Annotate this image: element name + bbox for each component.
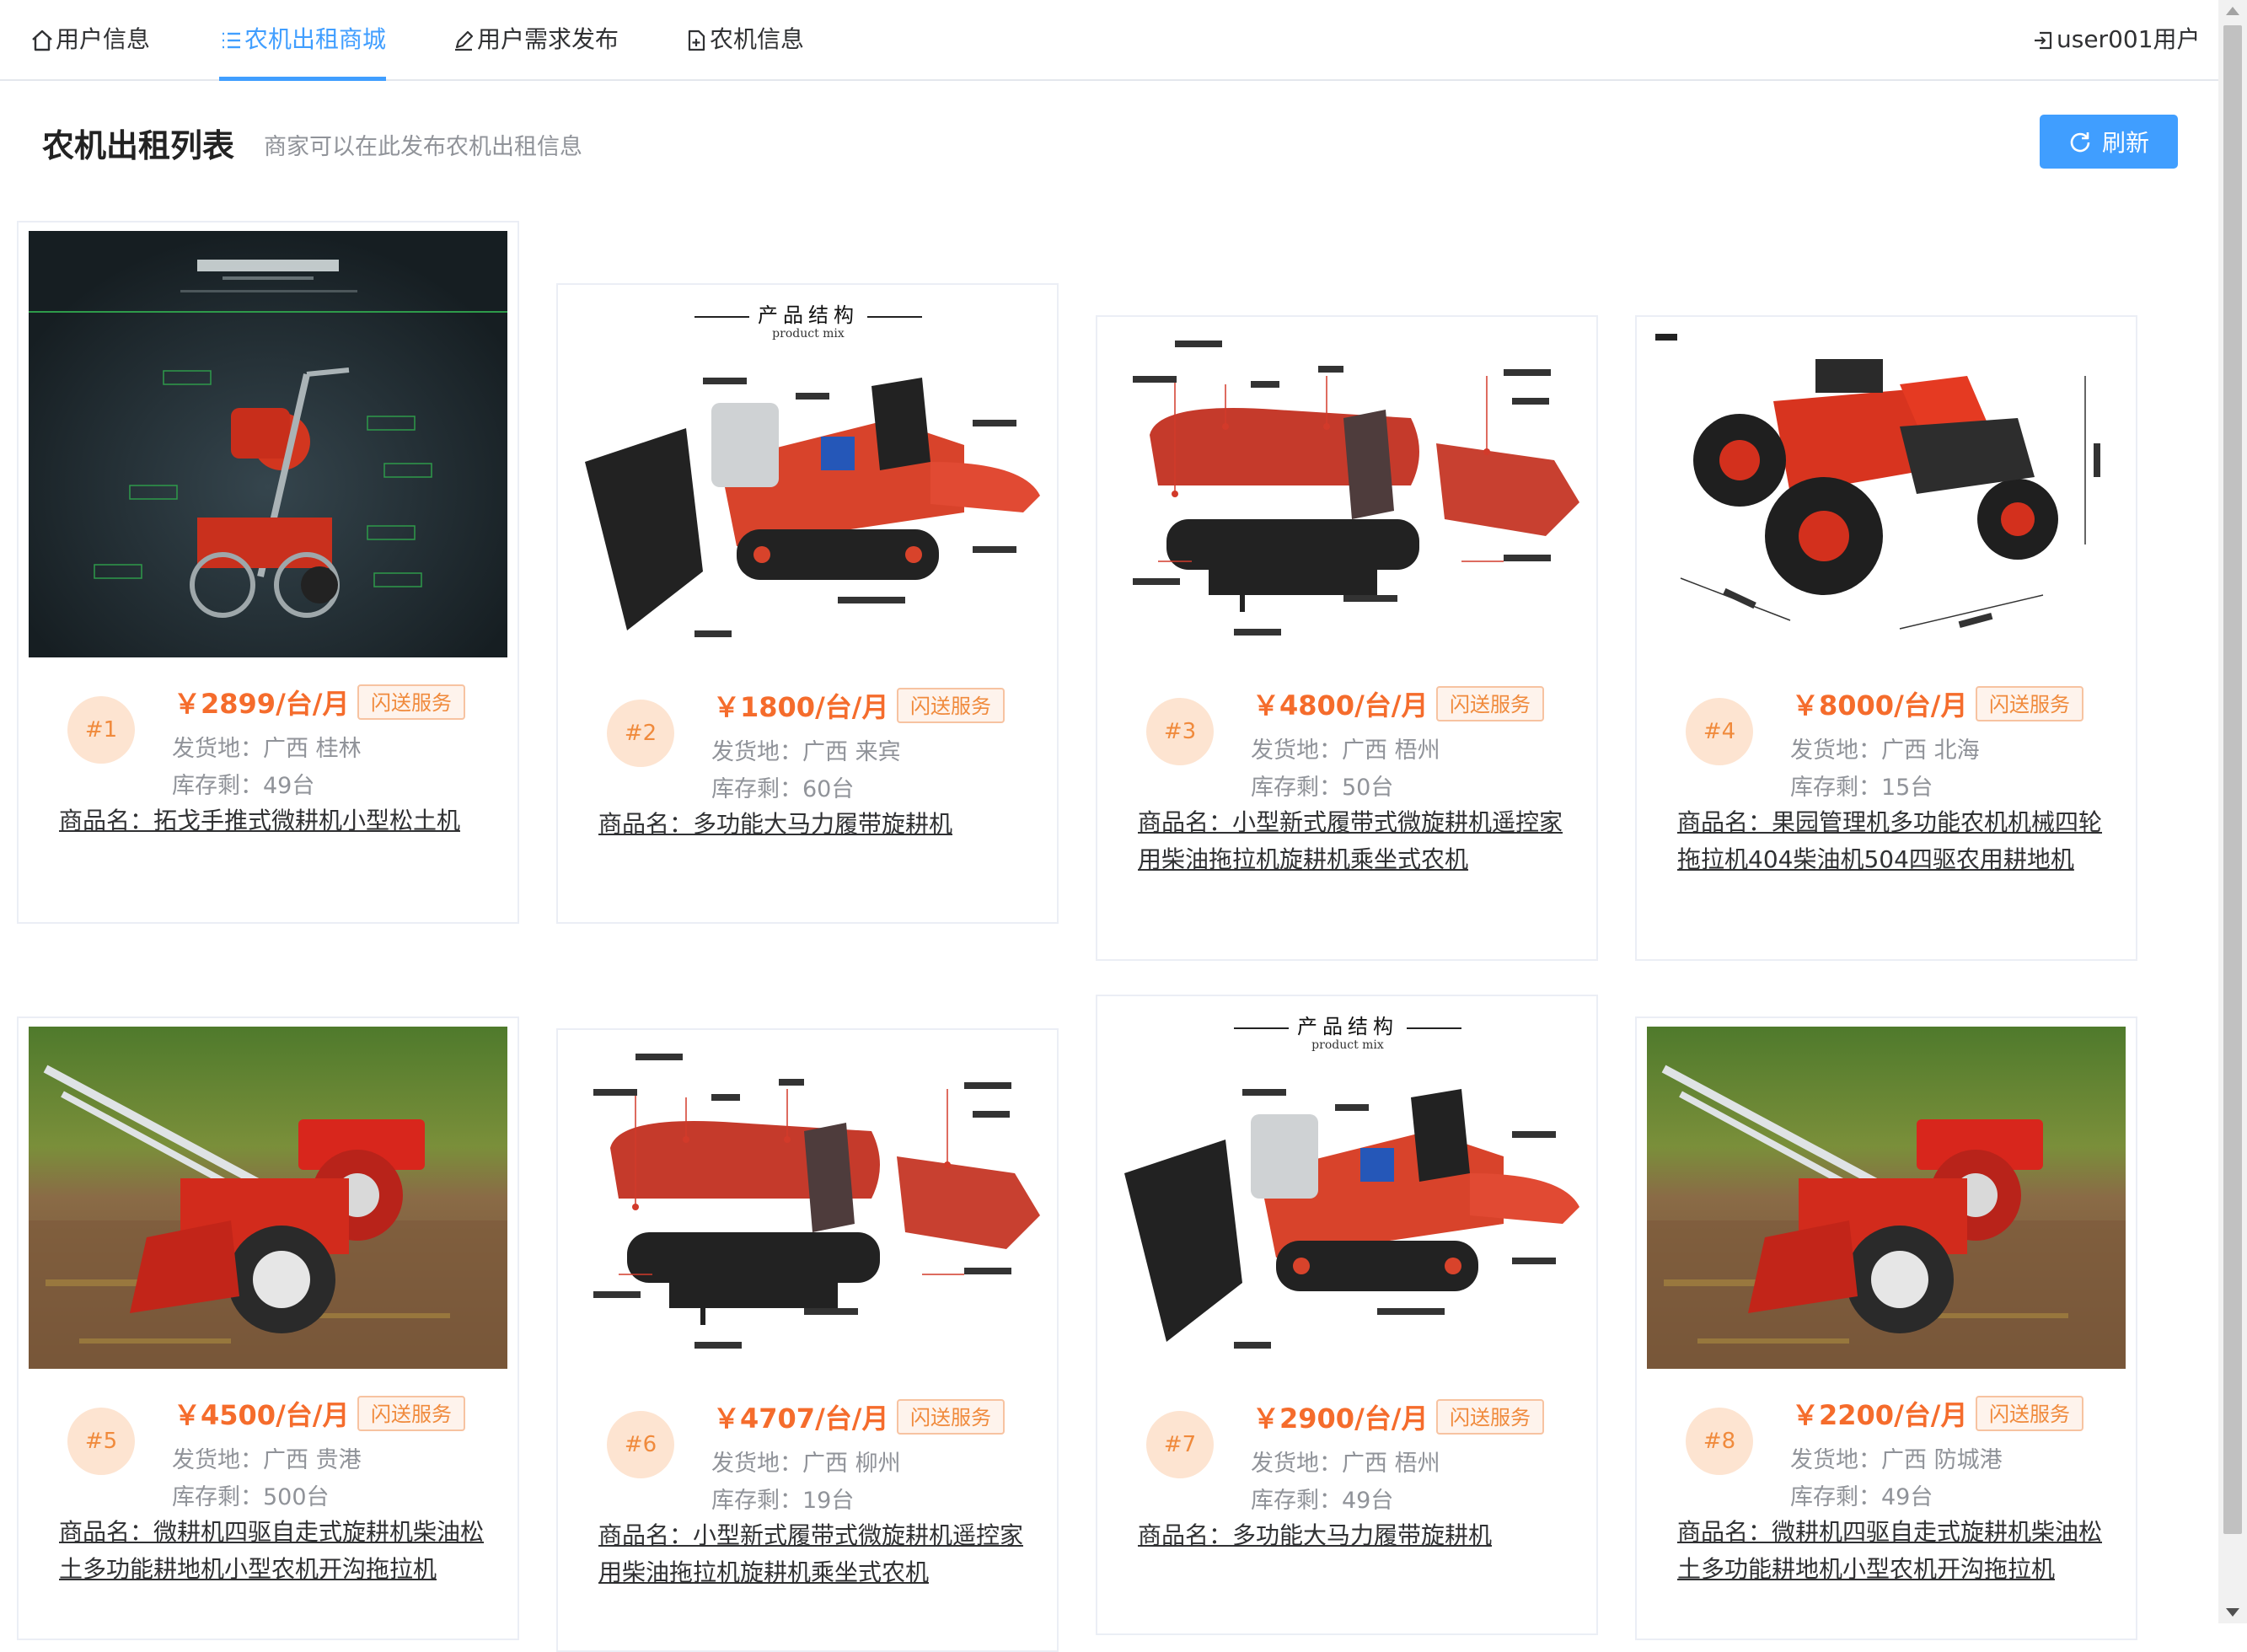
price-label: ￥4800/台/月 <box>1252 689 1429 721</box>
product-image[interactable] <box>29 231 507 657</box>
product-name-link[interactable]: 商品名：多功能大马力履带旋耕机 <box>598 806 1028 843</box>
service-tag: 闪送服务 <box>357 684 465 720</box>
refresh-icon <box>2070 132 2090 153</box>
product-card[interactable]: #8 ￥2200/台/月 闪送服务发货地：广西 防城港 库存剩：49台商品名：微耕机四… <box>1635 1016 2137 1640</box>
product-image[interactable] <box>1107 325 1586 659</box>
product-image[interactable] <box>1647 325 2126 659</box>
stock-text: 库存剩：60台 <box>711 776 855 802</box>
product-card[interactable]: #5 ￥4500/台/月 闪送服务发货地：广西 贵港 库存剩：500台商品名：微耕机四… <box>17 1016 519 1640</box>
page-subtitle: 商家可以在此发布农机出租信息 <box>264 134 582 160</box>
account-label: user001用户 <box>2057 25 2201 53</box>
rank-badge: #5 <box>67 1408 135 1475</box>
product-name-link[interactable]: 商品名：小型新式履带式微旋耕机遥控家用柴油拖拉机旋耕机乘坐式农机 <box>1138 804 1568 878</box>
product-image[interactable]: 产品结构 product mix <box>1107 1005 1586 1372</box>
stock-text: 库存剩：49台 <box>1790 1484 1933 1510</box>
edit-icon <box>452 29 475 52</box>
svg-text:product mix: product mix <box>772 327 845 341</box>
scroll-down-icon[interactable] <box>2226 1608 2239 1617</box>
refresh-label: 刷新 <box>2101 129 2149 157</box>
product-name-link[interactable]: 商品名：多功能大马力履带旋耕机 <box>1138 1517 1568 1554</box>
service-tag: 闪送服务 <box>897 1399 1005 1435</box>
price-label: ￥4500/台/月 <box>174 1399 350 1431</box>
origin-text: 发货地：广西 梧州 <box>1251 1451 1440 1477</box>
service-tag: 闪送服务 <box>897 688 1005 723</box>
page-title: 农机出租列表 <box>42 127 235 164</box>
service-tag: 闪送服务 <box>1436 686 1544 721</box>
nav-item-machine-info[interactable]: 农机信息 <box>684 0 804 79</box>
product-card[interactable]: 产品结构 product mix #2 ￥1800/台/月 闪送服务发货地：广西 来… <box>556 283 1059 924</box>
stock-text: 库存剩：49台 <box>1251 1488 1394 1514</box>
origin-text: 发货地：广西 北海 <box>1790 738 1980 764</box>
rank-badge: #3 <box>1146 698 1214 765</box>
origin-text: 发货地：广西 柳州 <box>711 1451 901 1477</box>
scrollbar-thumb[interactable] <box>2223 25 2242 1534</box>
service-tag: 闪送服务 <box>1976 686 2083 721</box>
product-name-link[interactable]: 商品名：微耕机四驱自走式旋耕机柴油松土多功能耕地机小型农机开沟拖拉机 <box>1677 1514 2107 1588</box>
top-navigation: 用户信息 农机出租商城 用户需求发布 农机信息 user001用户 <box>0 0 2218 81</box>
nav-item-demand-publish[interactable]: 用户需求发布 <box>452 0 619 79</box>
product-image[interactable] <box>29 1027 507 1369</box>
product-name-link[interactable]: 商品名：小型新式履带式微旋耕机遥控家用柴油拖拉机旋耕机乘坐式农机 <box>598 1517 1028 1591</box>
nav-item-rental-mall[interactable]: 农机出租商城 <box>219 0 387 81</box>
origin-text: 发货地：广西 桂林 <box>172 736 362 762</box>
price-label: ￥2900/台/月 <box>1252 1403 1429 1435</box>
rank-badge: #2 <box>607 700 674 767</box>
image-heading: 产品结构 <box>1297 1015 1398 1038</box>
stock-text: 库存剩：49台 <box>172 773 315 799</box>
origin-text: 发货地：广西 梧州 <box>1251 738 1440 764</box>
service-tag: 闪送服务 <box>357 1396 465 1431</box>
product-card[interactable]: 产品结构 product mix #7 ￥2900/台/月 闪送服务发货地：广西 梧… <box>1096 995 1598 1635</box>
account-menu[interactable]: user001用户 <box>2031 0 2201 79</box>
product-image[interactable] <box>568 1038 1047 1372</box>
scroll-up-icon[interactable] <box>2226 7 2239 15</box>
origin-text: 发货地：广西 防城港 <box>1790 1447 2003 1473</box>
nav-item-label: 用户需求发布 <box>477 25 619 53</box>
product-name-link[interactable]: 商品名：果园管理机多功能农机机械四轮拖拉机404柴油机504四驱农用耕地机 <box>1677 804 2107 878</box>
nav-item-label: 农机信息 <box>710 25 805 53</box>
product-name-link[interactable]: 商品名：拓戈手推式微耕机小型松土机 <box>59 802 489 839</box>
stock-text: 库存剩：500台 <box>172 1484 330 1510</box>
nav-item-label: 农机出租商城 <box>244 25 387 53</box>
rank-badge: #8 <box>1686 1408 1753 1475</box>
rank-badge: #4 <box>1686 698 1753 765</box>
rank-badge: #7 <box>1146 1411 1214 1478</box>
product-image[interactable] <box>1647 1027 2126 1369</box>
svg-text:product mix: product mix <box>1311 1038 1384 1052</box>
nav-item-user-info[interactable]: 用户信息 <box>30 0 150 79</box>
price-label: ￥8000/台/月 <box>1792 689 1968 721</box>
product-card[interactable]: #1 ￥2899/台/月 闪送服务发货地：广西 桂林 库存剩：49台商品名：拓戈手推式… <box>17 221 519 924</box>
product-image[interactable]: 产品结构 product mix <box>568 293 1047 661</box>
product-card[interactable]: #6 ￥4707/台/月 闪送服务发货地：广西 柳州 库存剩：19台商品名：小型新式履… <box>556 1028 1059 1652</box>
origin-text: 发货地：广西 贵港 <box>172 1447 362 1473</box>
refresh-button[interactable]: 刷新 <box>2040 115 2178 169</box>
rank-badge: #1 <box>67 696 135 764</box>
price-label: ￥2899/台/月 <box>174 688 350 720</box>
nav-item-label: 用户信息 <box>56 25 151 53</box>
document-add-icon <box>684 29 708 52</box>
vertical-scrollbar[interactable] <box>2218 0 2247 1623</box>
service-tag: 闪送服务 <box>1436 1399 1544 1435</box>
stock-text: 库存剩：15台 <box>1790 775 1933 801</box>
product-name-link[interactable]: 商品名：微耕机四驱自走式旋耕机柴油松土多功能耕地机小型农机开沟拖拉机 <box>59 1514 489 1588</box>
product-card[interactable]: #3 ￥4800/台/月 闪送服务发货地：广西 梧州 库存剩：50台商品名：小型新式履… <box>1096 315 1598 961</box>
list-icon <box>219 29 243 52</box>
price-label: ￥4707/台/月 <box>713 1403 889 1435</box>
image-heading: 产品结构 <box>758 303 859 327</box>
stock-text: 库存剩：19台 <box>711 1488 855 1514</box>
product-card[interactable]: #4 ￥8000/台/月 闪送服务发货地：广西 北海 库存剩：15台商品名：果园管理机… <box>1635 315 2137 961</box>
stock-text: 库存剩：50台 <box>1251 775 1394 801</box>
price-label: ￥1800/台/月 <box>713 691 889 723</box>
rank-badge: #6 <box>607 1411 674 1478</box>
origin-text: 发货地：广西 来宾 <box>711 739 901 765</box>
home-icon <box>30 29 54 52</box>
service-tag: 闪送服务 <box>1976 1396 2083 1431</box>
logout-icon <box>2031 29 2055 52</box>
price-label: ￥2200/台/月 <box>1792 1399 1968 1431</box>
